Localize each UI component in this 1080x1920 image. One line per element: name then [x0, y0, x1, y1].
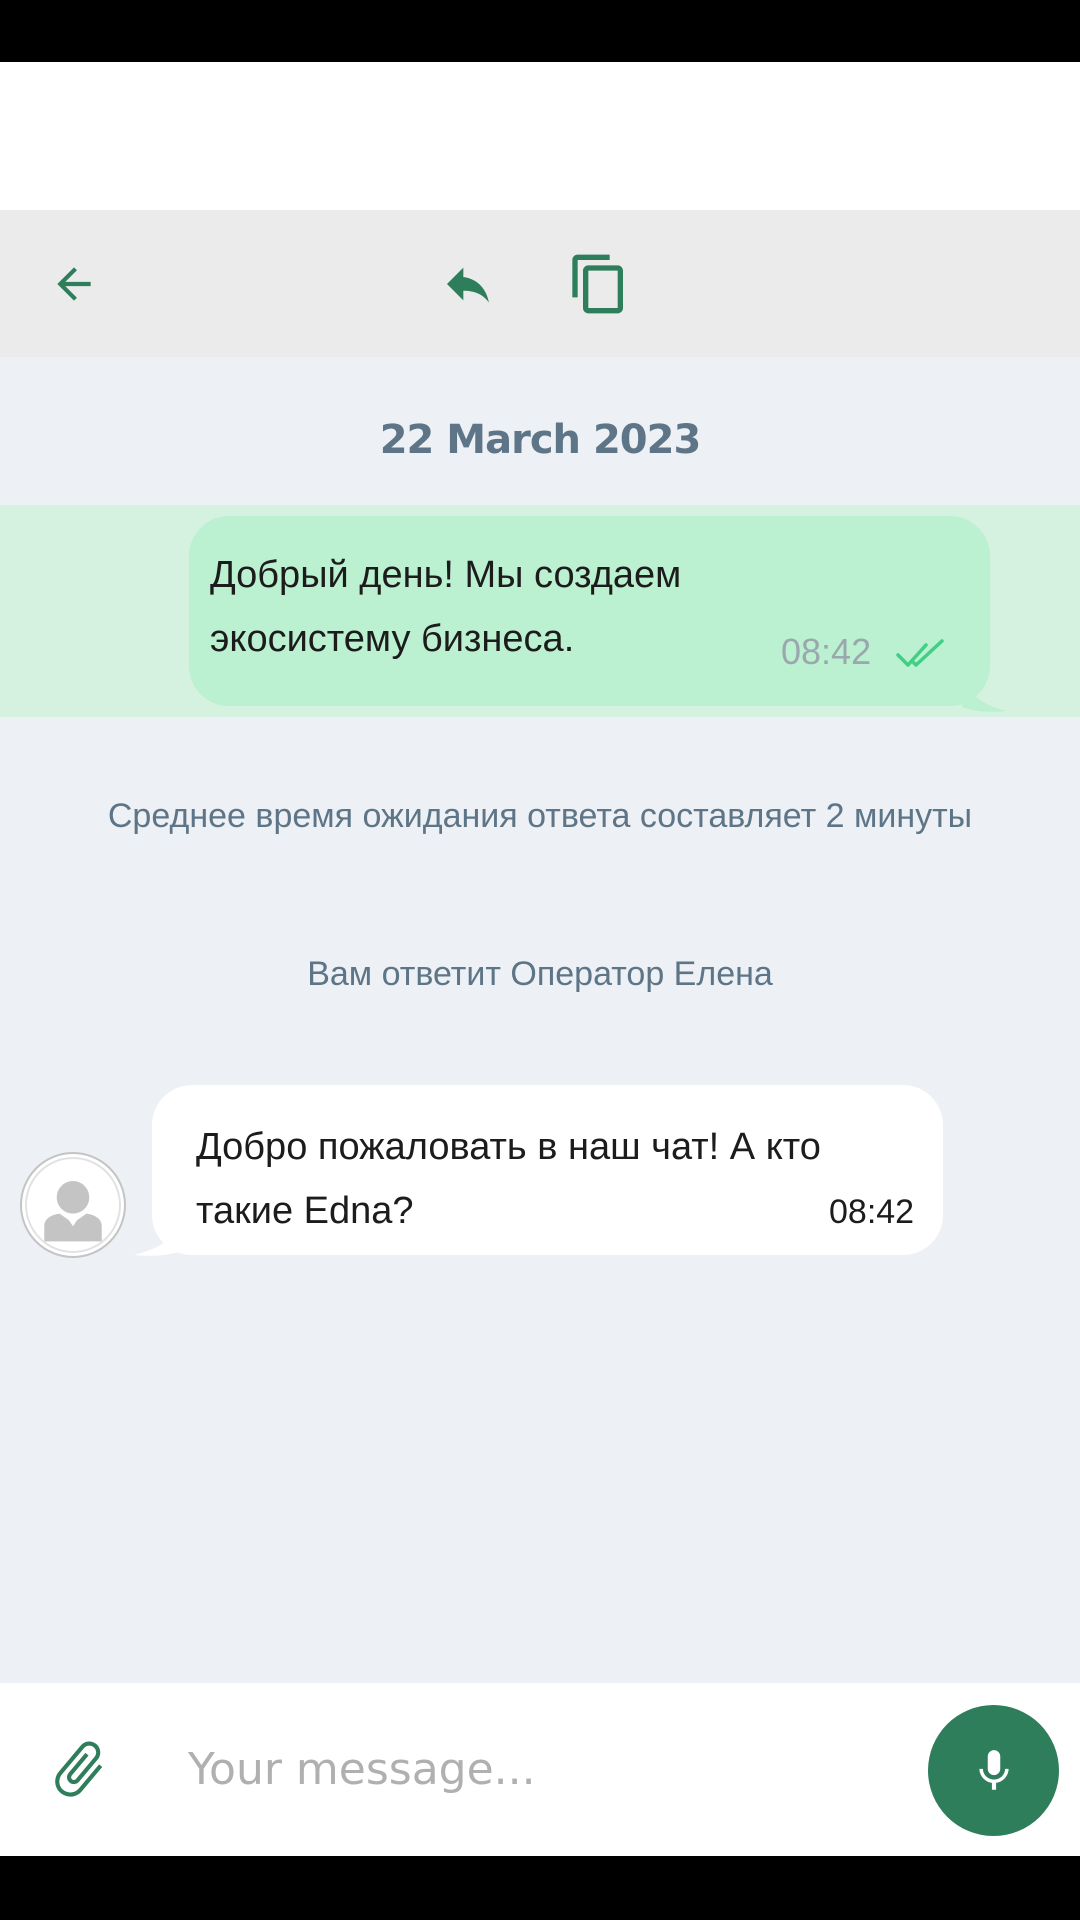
microphone-button[interactable]	[928, 1705, 1059, 1836]
copy-button[interactable]	[563, 248, 635, 320]
wait-time-notice: Среднее время ожидания ответа составляет…	[107, 797, 973, 835]
copy-icon	[572, 254, 623, 314]
outgoing-bubble-tail	[962, 673, 1006, 712]
operator-notice: Вам ответит Оператор Елена	[307, 955, 773, 993]
reply-icon	[447, 267, 489, 303]
paperclip-icon	[55, 1741, 103, 1797]
message-composer	[0, 1683, 1080, 1856]
microphone-icon	[978, 1749, 1009, 1790]
incoming-message-text: Добро пожаловать в наш чат! А кто такие …	[196, 1126, 821, 1232]
date-separator: 22 March 2023	[379, 417, 702, 463]
status-bar	[0, 0, 1080, 62]
incoming-message-time: 08:42	[829, 1193, 915, 1231]
operator-avatar[interactable]	[20, 1152, 126, 1258]
header-area	[0, 62, 1080, 210]
back-button[interactable]	[38, 248, 110, 320]
outgoing-message-time: 08:42	[781, 631, 872, 672]
outgoing-message-text: Добрый день! Мы создаем экосистему бизне…	[210, 554, 682, 660]
attach-button[interactable]	[46, 1733, 112, 1805]
arrow-left-icon	[57, 267, 91, 301]
message-input[interactable]	[188, 1729, 888, 1809]
reply-button[interactable]	[432, 248, 504, 320]
chat-screen: 22 March 2023 Добрый день! Мы создаем эк…	[0, 0, 1080, 1920]
person-avatar-icon	[44, 1181, 102, 1242]
avatar-frame	[25, 1157, 121, 1253]
message-action-toolbar	[0, 210, 1080, 357]
double-check-icon	[896, 639, 944, 667]
chat-history[interactable]: 22 March 2023 Добрый день! Мы создаем эк…	[0, 357, 1080, 1683]
navigation-bar	[0, 1856, 1080, 1920]
